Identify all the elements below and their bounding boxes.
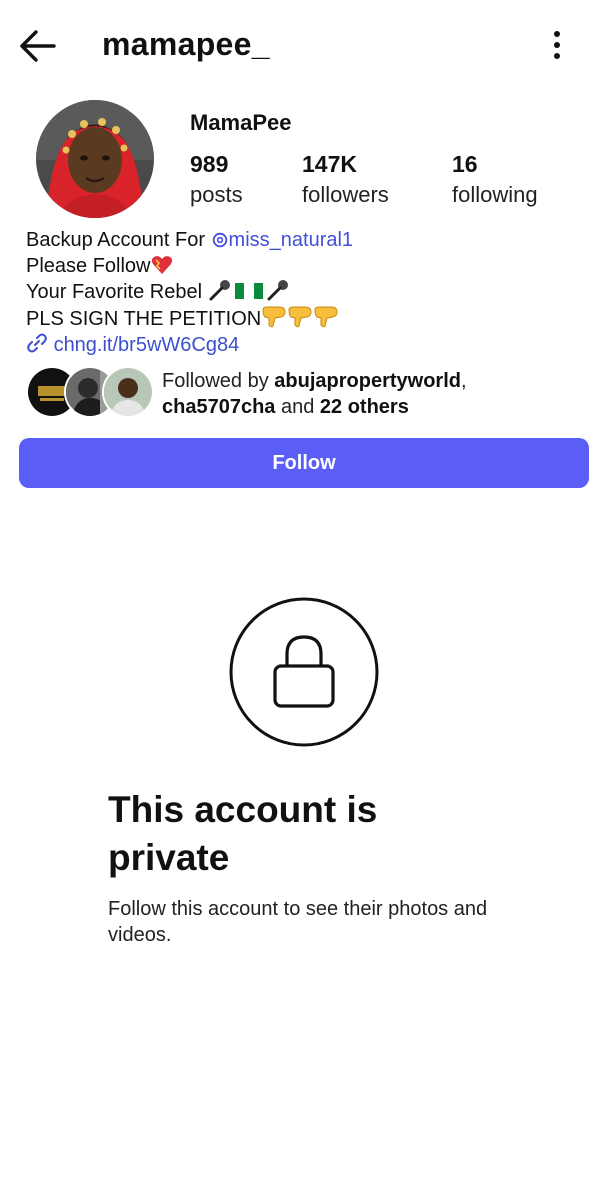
profile-bio: Backup Account For miss_natural1 Please … bbox=[26, 228, 353, 359]
page-title: mamapee_ bbox=[102, 26, 270, 62]
pointing-down-emoji-icon bbox=[314, 306, 338, 327]
posts-stat[interactable]: 989 posts bbox=[190, 150, 243, 212]
bio-line-3-text: Your Favorite Rebel bbox=[26, 281, 208, 303]
followers-count: 147K bbox=[302, 151, 357, 177]
threads-mention-link[interactable]: miss_natural1 bbox=[211, 229, 354, 251]
private-account-subtitle: Follow this account to see their photos … bbox=[108, 898, 488, 946]
mutual-avatar-3 bbox=[102, 366, 154, 418]
mutual-followers-avatars[interactable] bbox=[26, 366, 154, 418]
follow-button[interactable]: Follow bbox=[19, 438, 589, 488]
threads-icon bbox=[212, 232, 227, 248]
followers-stat[interactable]: 147K followers bbox=[302, 150, 389, 212]
posts-label: posts bbox=[190, 182, 243, 207]
mutual-follower-1: abujapropertyworld bbox=[274, 370, 461, 392]
bio-line-1-text: Backup Account For bbox=[26, 229, 211, 251]
profile-avatar[interactable] bbox=[36, 100, 154, 218]
link-icon bbox=[27, 333, 47, 353]
pointing-down-emoji-icon bbox=[262, 306, 286, 327]
bio-line-4-text: PLS SIGN THE PETITION bbox=[26, 307, 262, 330]
microphone-emoji-icon bbox=[267, 280, 288, 301]
pointing-down-emoji-icon bbox=[288, 306, 312, 327]
bio-link-text: chng.it/br5wW6Cg84 bbox=[53, 334, 240, 356]
followers-label: followers bbox=[302, 182, 389, 207]
more-options-icon[interactable] bbox=[540, 28, 574, 62]
mutual-follower-2: cha5707cha bbox=[162, 396, 276, 418]
followed-by-prefix: Followed by bbox=[162, 370, 275, 392]
followed-by-text[interactable]: Followed by abujapropertyworld, cha5707c… bbox=[162, 368, 467, 420]
followed-by-and: and bbox=[275, 396, 320, 418]
back-arrow-icon[interactable] bbox=[18, 26, 58, 66]
bio-line-3: Your Favorite Rebel bbox=[26, 279, 353, 306]
bio-line-4: PLS SIGN THE PETITION bbox=[26, 306, 353, 333]
bio-external-link[interactable]: chng.it/br5wW6Cg84 bbox=[26, 332, 353, 359]
private-account-title: This account is private bbox=[108, 789, 378, 878]
following-label: following bbox=[452, 182, 538, 207]
heart-emoji-icon bbox=[151, 255, 172, 274]
posts-count: 989 bbox=[190, 151, 229, 177]
bio-line-2-text: Please Follow bbox=[26, 254, 151, 277]
following-count: 16 bbox=[452, 151, 478, 177]
mention-username: miss_natural1 bbox=[228, 229, 354, 251]
nigeria-flag-icon bbox=[234, 283, 263, 299]
bio-line-1: Backup Account For miss_natural1 bbox=[26, 228, 353, 254]
microphone-emoji-icon bbox=[209, 280, 230, 301]
bio-line-2: Please Follow bbox=[26, 254, 353, 280]
following-stat[interactable]: 16 following bbox=[452, 150, 538, 212]
mutual-followers-others: 22 others bbox=[319, 396, 409, 418]
lock-icon bbox=[228, 596, 380, 748]
display-name: MamaPee bbox=[190, 110, 292, 135]
followed-by-separator: , bbox=[460, 370, 467, 392]
